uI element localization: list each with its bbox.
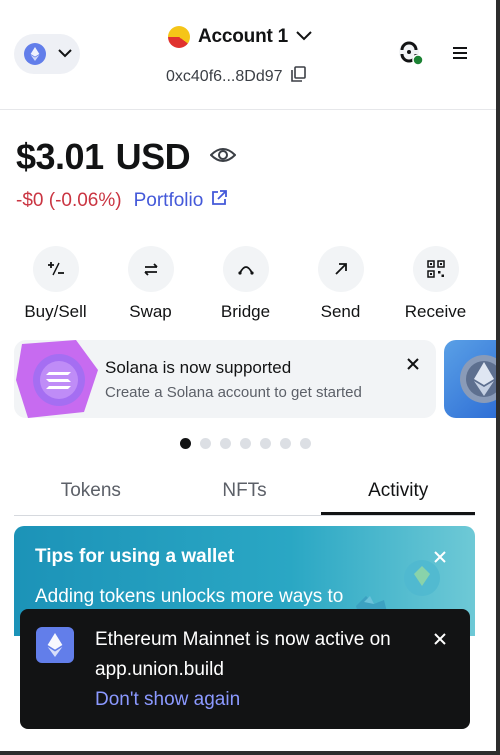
ethereum-icon bbox=[36, 627, 74, 663]
carousel-dot[interactable] bbox=[240, 438, 251, 449]
tab-activity[interactable]: Activity bbox=[321, 470, 476, 515]
banner-title: Solana is now supported bbox=[105, 358, 292, 377]
balance-display: $3.01 USD bbox=[16, 136, 237, 178]
account-picker[interactable]: Account 1 bbox=[168, 26, 312, 48]
swap-arrows-icon bbox=[127, 246, 174, 292]
carousel-dot[interactable] bbox=[280, 438, 291, 449]
window-edge bbox=[496, 0, 500, 755]
swap-button[interactable]: Swap bbox=[103, 246, 198, 322]
account-address-copy[interactable]: 0xc40f6...8Dd97 bbox=[166, 66, 306, 87]
external-link-icon bbox=[211, 190, 228, 212]
carousel-dot[interactable] bbox=[260, 438, 271, 449]
balance-currency: USD bbox=[115, 136, 191, 177]
toast-site: app.union.build bbox=[95, 659, 224, 680]
buy-sell-button[interactable]: Buy/Sell bbox=[8, 246, 103, 322]
receive-button[interactable]: Receive bbox=[388, 246, 483, 322]
tab-tokens[interactable]: Tokens bbox=[14, 470, 168, 515]
toast-message: Ethereum Mainnet is now active on bbox=[95, 629, 391, 650]
solana-promo-banner[interactable]: Solana is now supported Create a Solana … bbox=[14, 340, 436, 418]
carousel-dot[interactable] bbox=[220, 438, 231, 449]
balance-change-row: -$0 (-0.06%) Portfolio bbox=[16, 190, 228, 212]
bridge-label: Bridge bbox=[220, 302, 271, 321]
next-banner-peek[interactable] bbox=[444, 340, 496, 418]
ethereum-network-icon bbox=[24, 43, 46, 65]
tips-body: Adding tokens unlocks more ways to bbox=[35, 586, 344, 607]
chevron-down-icon bbox=[296, 28, 312, 46]
plus-minus-icon bbox=[32, 246, 79, 292]
buy-sell-label: Buy/Sell bbox=[24, 302, 87, 321]
swap-label: Swap bbox=[129, 302, 172, 321]
close-icon[interactable] bbox=[406, 357, 420, 371]
action-buttons: Buy/Sell Swap Bridge Send Receive bbox=[8, 246, 488, 322]
account-address: 0xc40f6...8Dd97 bbox=[166, 67, 283, 85]
arrow-up-right-icon bbox=[317, 246, 364, 292]
balance-change: -$0 (-0.06%) bbox=[16, 190, 122, 211]
window-edge bbox=[0, 751, 500, 755]
menu-icon[interactable] bbox=[450, 44, 470, 62]
portfolio-label: Portfolio bbox=[133, 190, 204, 211]
send-button[interactable]: Send bbox=[293, 246, 388, 322]
account-avatar bbox=[168, 26, 190, 48]
carousel-dot[interactable] bbox=[180, 438, 191, 449]
dont-show-again-link[interactable]: Don't show again bbox=[95, 689, 240, 711]
bridge-button[interactable]: Bridge bbox=[198, 246, 293, 322]
qr-code-icon bbox=[412, 246, 459, 292]
account-name: Account 1 bbox=[198, 26, 289, 47]
portfolio-link[interactable]: Portfolio bbox=[134, 190, 228, 212]
bridge-icon bbox=[222, 246, 269, 292]
tab-nfts[interactable]: NFTs bbox=[168, 470, 322, 515]
tips-title: Tips for using a wallet bbox=[35, 546, 235, 567]
carousel-dot[interactable] bbox=[300, 438, 311, 449]
solana-logo-icon bbox=[14, 340, 104, 418]
chevron-down-icon bbox=[58, 45, 72, 63]
banner-subtitle: Create a Solana account to get started bbox=[105, 384, 362, 401]
connected-sites-icon[interactable] bbox=[396, 38, 426, 68]
receive-label: Receive bbox=[404, 302, 467, 321]
app-header: Account 1 0xc40f6...8Dd97 bbox=[0, 0, 496, 110]
network-toast: Ethereum Mainnet is now active on app.un… bbox=[20, 609, 470, 729]
network-picker-button[interactable] bbox=[14, 34, 80, 74]
copy-icon bbox=[290, 66, 306, 87]
close-icon[interactable] bbox=[433, 632, 447, 646]
asset-tabs: Tokens NFTs Activity bbox=[14, 470, 476, 516]
carousel-indicators bbox=[180, 438, 311, 449]
close-icon[interactable] bbox=[433, 550, 447, 564]
send-label: Send bbox=[320, 302, 361, 321]
eye-icon[interactable] bbox=[209, 146, 237, 169]
carousel-dot[interactable] bbox=[200, 438, 211, 449]
balance-amount: $3.01 bbox=[16, 136, 104, 177]
